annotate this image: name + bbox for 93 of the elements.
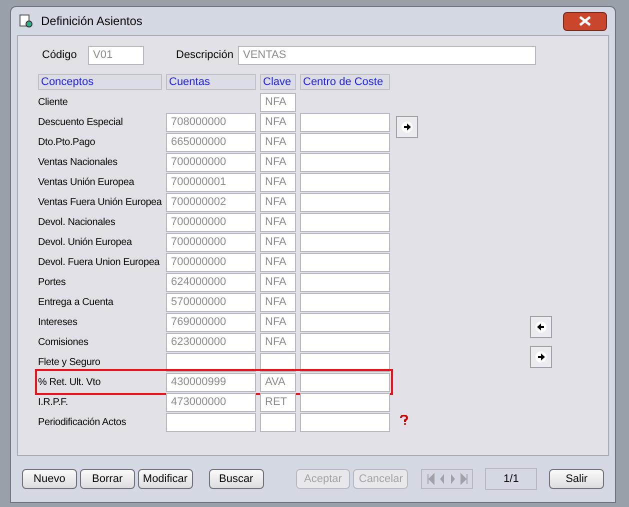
account-field[interactable]: 624000000: [166, 272, 256, 292]
column-header: Clave: [260, 74, 296, 90]
key-field[interactable]: NFA: [260, 152, 296, 172]
cost-center-field[interactable]: [300, 412, 390, 432]
key-field[interactable]: NFA: [260, 332, 296, 352]
column-header: Conceptos: [38, 74, 162, 90]
concept-label: Flete y Seguro: [38, 356, 102, 368]
account-field[interactable]: 769000000: [166, 312, 256, 332]
exit-button[interactable]: Salir: [549, 469, 604, 489]
concept-label: Descuento Especial: [38, 116, 124, 128]
key-field[interactable]: NFA: [260, 292, 296, 312]
cost-center-field[interactable]: [300, 132, 390, 152]
cost-center-field[interactable]: [300, 372, 390, 392]
key-field[interactable]: [260, 412, 296, 432]
code-field[interactable]: V01: [88, 46, 144, 64]
cost-center-field[interactable]: [300, 252, 390, 272]
key-field[interactable]: AVA: [260, 372, 296, 392]
arrow-left-icon: [535, 321, 547, 333]
cost-center-field[interactable]: [300, 272, 390, 292]
concept-label: Ventas Nacionales: [38, 156, 118, 168]
column-header: Centro de Coste: [300, 74, 390, 90]
record-counter: 1/1: [485, 468, 538, 490]
account-field[interactable]: 700000000: [166, 252, 256, 272]
code-label: Código: [42, 48, 78, 63]
key-field[interactable]: NFA: [260, 212, 296, 232]
cost-center-field[interactable]: [300, 332, 390, 352]
account-field[interactable]: 700000000: [166, 232, 256, 252]
account-field[interactable]: 700000000: [166, 212, 256, 232]
move-right-button[interactable]: [396, 116, 418, 138]
concept-label: Cliente: [38, 96, 69, 108]
action-button[interactable]: Modificar: [138, 469, 193, 489]
key-field[interactable]: NFA: [260, 312, 296, 332]
concept-label: Ventas Fuera Unión Europea: [38, 196, 162, 208]
account-field[interactable]: [166, 412, 256, 432]
key-field[interactable]: NFA: [260, 232, 296, 252]
previous-record-icon[interactable]: [439, 473, 446, 485]
cost-center-field[interactable]: [300, 212, 390, 232]
action-button[interactable]: Borrar: [80, 469, 135, 489]
cost-center-field[interactable]: [300, 152, 390, 172]
concept-label: Periodificación Actos: [38, 416, 128, 428]
concept-label: Devol. Unión Europea: [38, 236, 133, 248]
cost-center-field[interactable]: [300, 112, 390, 132]
concept-label: I.R.P.F.: [38, 396, 69, 408]
app-icon: [19, 14, 33, 28]
cost-center-field[interactable]: [300, 312, 390, 332]
move-right-button[interactable]: [530, 346, 552, 368]
account-field[interactable]: 473000000: [166, 392, 256, 412]
cost-center-field[interactable]: [300, 172, 390, 192]
account-field[interactable]: 430000999: [166, 372, 256, 392]
concept-label: Devol. Fuera Union Europea: [38, 256, 161, 268]
account-field[interactable]: 570000000: [166, 292, 256, 312]
cost-center-field[interactable]: [300, 392, 390, 412]
concept-label: Portes: [38, 276, 67, 288]
move-left-button[interactable]: [530, 316, 552, 338]
concept-label: Devol. Nacionales: [38, 216, 116, 228]
next-record-icon[interactable]: [450, 473, 456, 485]
help-icon: [398, 415, 410, 425]
account-field[interactable]: 700000002: [166, 192, 256, 212]
column-header: Cuentas: [166, 74, 256, 90]
account-field[interactable]: 700000000: [166, 152, 256, 172]
arrow-right-icon: [401, 121, 413, 133]
action-button[interactable]: Nuevo: [22, 469, 77, 489]
first-record-icon[interactable]: [426, 473, 435, 485]
account-field[interactable]: 708000000: [166, 112, 256, 132]
account-field[interactable]: 623000000: [166, 332, 256, 352]
arrow-right-icon: [535, 351, 547, 363]
window-title: Definición Asientos: [41, 13, 142, 30]
key-field[interactable]: NFA: [260, 92, 296, 112]
last-record-icon[interactable]: [460, 473, 468, 485]
close-button[interactable]: [563, 12, 607, 30]
key-field[interactable]: NFA: [260, 272, 296, 292]
description-field[interactable]: VENTAS: [238, 46, 536, 64]
account-field[interactable]: 665000000: [166, 132, 256, 152]
cost-center-field[interactable]: [300, 192, 390, 212]
cost-center-field[interactable]: [300, 232, 390, 252]
concept-label: Comisiones: [38, 336, 90, 348]
concept-label: Ventas Unión Europea: [38, 176, 136, 188]
key-field[interactable]: NFA: [260, 252, 296, 272]
close-icon: [579, 16, 591, 26]
key-field[interactable]: NFA: [260, 132, 296, 152]
key-field[interactable]: RET: [260, 392, 296, 412]
key-field[interactable]: NFA: [260, 172, 296, 192]
account-field[interactable]: 700000001: [166, 172, 256, 192]
concept-label: % Ret. Ult. Vto: [38, 376, 102, 388]
record-navigator[interactable]: [421, 469, 474, 489]
key-field[interactable]: NFA: [260, 192, 296, 212]
concept-label: Entrega a Cuenta: [38, 296, 114, 308]
concept-label: Intereses: [38, 316, 78, 328]
action-button[interactable]: Buscar: [208, 469, 264, 489]
cost-center-field[interactable]: [300, 292, 390, 312]
key-field[interactable]: NFA: [260, 112, 296, 132]
concept-label: Dto.Pto.Pago: [38, 136, 96, 148]
description-label: Descripción: [176, 48, 234, 63]
